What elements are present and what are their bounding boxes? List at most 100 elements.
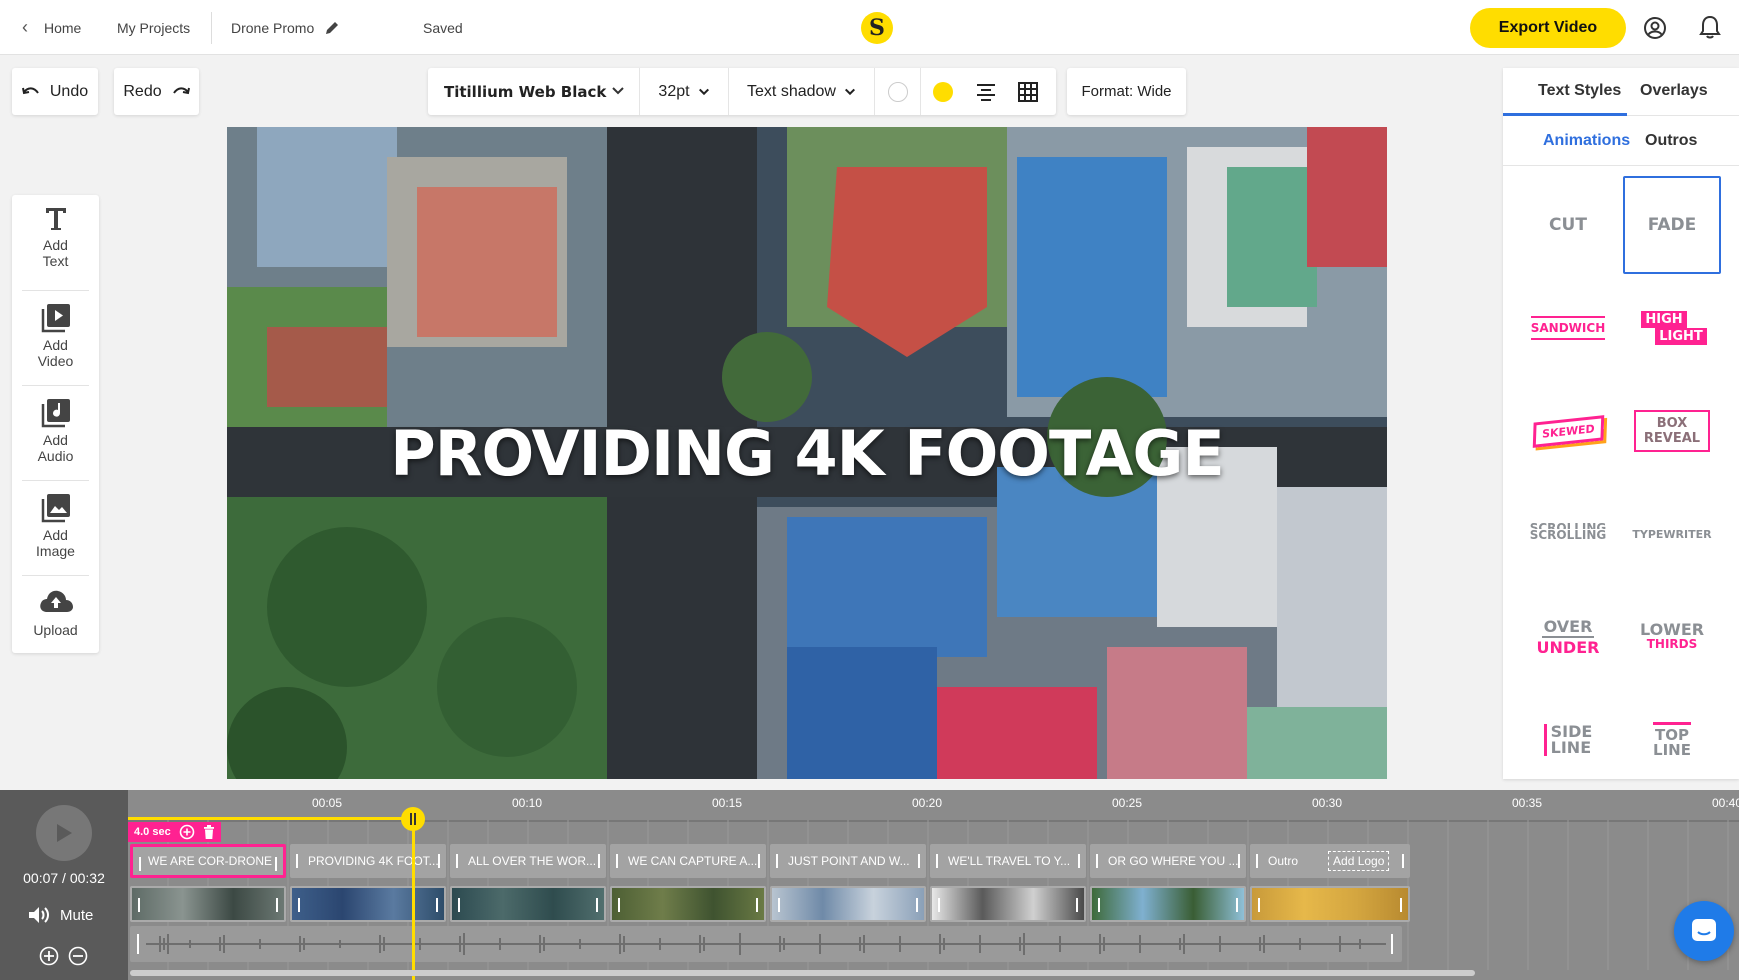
- add-image-button[interactable]: Add Image: [12, 493, 99, 559]
- animation-fade[interactable]: FADE: [1623, 176, 1721, 274]
- animation-side-line[interactable]: SIDE LINE: [1519, 691, 1617, 789]
- add-audio-button[interactable]: Add Audio: [12, 398, 99, 464]
- font-select-value: Titillium Web Black: [444, 82, 607, 101]
- text-clip[interactable]: WE CAN CAPTURE A...: [610, 844, 766, 878]
- add-audio-label-1: Add: [43, 432, 68, 448]
- add-text-label-2: Text: [42, 253, 69, 269]
- skewed-label: SKEWED: [1532, 414, 1604, 448]
- highlight-label-2: LIGHT: [1655, 328, 1707, 345]
- white-color-dot: [887, 81, 908, 102]
- add-video-button[interactable]: Add Video: [12, 303, 99, 369]
- animation-typewriter[interactable]: TYPEWRITER: [1623, 485, 1721, 583]
- pencil-icon[interactable]: [324, 20, 340, 36]
- video-clip[interactable]: [130, 886, 286, 922]
- trash-icon[interactable]: [203, 825, 215, 839]
- add-clip-icon[interactable]: [179, 824, 195, 840]
- subtab-outros[interactable]: Outros: [1645, 132, 1697, 150]
- video-clip[interactable]: [290, 886, 446, 922]
- video-clip[interactable]: [610, 886, 766, 922]
- lower-label: LOWER: [1639, 620, 1705, 639]
- playhead[interactable]: [412, 818, 415, 980]
- text-clip[interactable]: PROVIDING 4K FOOT...: [290, 844, 446, 878]
- video-clip[interactable]: [1250, 886, 1410, 922]
- app-logo[interactable]: S: [861, 12, 893, 44]
- add-image-label-1: Add: [43, 527, 68, 543]
- project-name[interactable]: Drone Promo: [231, 0, 340, 55]
- text-clip[interactable]: WE'LL TRAVEL TO Y...: [930, 844, 1086, 878]
- yellow-color-dot: [933, 81, 953, 102]
- add-video-label-1: Add: [43, 337, 68, 353]
- animation-box-reveal[interactable]: BOX REVEAL: [1623, 382, 1721, 480]
- text-clip[interactable]: JUST POINT AND W...: [770, 844, 926, 878]
- animation-cut[interactable]: CUT: [1519, 176, 1617, 274]
- divider: [22, 290, 89, 291]
- upload-button[interactable]: Upload: [12, 588, 99, 638]
- animation-skewed[interactable]: SKEWED: [1519, 382, 1617, 480]
- mute-label: Mute: [60, 906, 94, 924]
- box-reveal-label-1: BOX: [1656, 416, 1688, 431]
- add-logo-button[interactable]: Add Logo: [1328, 851, 1390, 871]
- mute-button[interactable]: Mute: [28, 906, 93, 924]
- audio-track[interactable]: [130, 926, 1402, 962]
- font-select[interactable]: Titillium Web Black: [428, 68, 640, 115]
- undo-button[interactable]: Undo: [12, 68, 98, 115]
- animation-lower-thirds[interactable]: LOWER THIRDS: [1623, 588, 1721, 686]
- subtab-animations[interactable]: Animations: [1543, 132, 1630, 150]
- text-toolbar: Titillium Web Black 32pt Text shadow: [428, 68, 1056, 115]
- support-chat-button[interactable]: [1674, 901, 1734, 961]
- playhead-handle[interactable]: [401, 807, 425, 831]
- overlay-text[interactable]: PROVIDING 4K FOOTAGE: [227, 417, 1387, 490]
- highlight-label-1: HIGH: [1641, 311, 1687, 328]
- font-size-select[interactable]: 32pt: [640, 68, 729, 115]
- zoom-out-icon[interactable]: [68, 946, 88, 966]
- text-effect-value: Text shadow: [747, 82, 836, 100]
- my-projects-link[interactable]: My Projects: [117, 0, 190, 55]
- ruler-tick: 00:40: [1712, 796, 1739, 810]
- undo-icon: [21, 86, 39, 94]
- animation-scrolling[interactable]: SCROLLING SCROLLING: [1519, 485, 1617, 583]
- redo-button[interactable]: Redo: [114, 68, 199, 115]
- upload-label: Upload: [33, 622, 78, 638]
- text-color-swatch[interactable]: [875, 68, 921, 115]
- text-clip[interactable]: ALL OVER THE WOR...: [450, 844, 606, 878]
- tab-text-styles[interactable]: Text Styles: [1538, 82, 1621, 100]
- format-button[interactable]: Format: Wide: [1067, 68, 1186, 115]
- top-bar: ‹ Home My Projects Drone Promo Saved S E…: [0, 0, 1739, 55]
- outro-clip[interactable]: Outro Add Logo: [1250, 844, 1410, 878]
- top-line-label: TOP LINE: [1653, 722, 1691, 758]
- align-center-button[interactable]: [965, 68, 1007, 115]
- box-reveal-label-2: REVEAL: [1643, 431, 1701, 446]
- divider: [22, 480, 89, 481]
- account-icon[interactable]: [1643, 16, 1667, 40]
- text-clip-selected[interactable]: WE ARE COR-DRONE: [130, 844, 286, 878]
- redo-label: Redo: [123, 82, 162, 100]
- home-link[interactable]: ‹ Home: [22, 0, 81, 55]
- zoom-in-icon[interactable]: [39, 946, 59, 966]
- ruler-tick: 00:30: [1312, 796, 1343, 810]
- selected-clip-toolbar: 4.0 sec: [128, 822, 221, 842]
- grid-button[interactable]: [1007, 68, 1049, 115]
- text-effect-select[interactable]: Text shadow: [729, 68, 875, 115]
- timeline-scrollbar[interactable]: [130, 970, 1475, 976]
- video-clip[interactable]: [930, 886, 1086, 922]
- redo-icon: [172, 86, 190, 94]
- add-text-button[interactable]: Add Text: [12, 207, 99, 269]
- video-clip[interactable]: [1090, 886, 1246, 922]
- video-clip[interactable]: [770, 886, 926, 922]
- animation-top-line[interactable]: TOP LINE: [1623, 691, 1721, 789]
- add-video-label-2: Video: [37, 353, 74, 369]
- animation-sandwich[interactable]: SANDWICH: [1519, 279, 1617, 377]
- highlight-color-swatch[interactable]: [921, 68, 965, 115]
- video-clip[interactable]: [450, 886, 606, 922]
- play-button[interactable]: [36, 805, 92, 861]
- bell-icon[interactable]: [1699, 15, 1721, 39]
- export-video-button[interactable]: Export Video: [1470, 8, 1626, 48]
- home-label: Home: [44, 19, 82, 36]
- add-image-label-2: Image: [36, 543, 75, 559]
- tab-overlays[interactable]: Overlays: [1640, 82, 1708, 100]
- video-preview-canvas[interactable]: PROVIDING 4K FOOTAGE: [227, 127, 1387, 779]
- text-clip[interactable]: OR GO WHERE YOU ...: [1090, 844, 1246, 878]
- animation-over-under[interactable]: OVER UNDER: [1519, 588, 1617, 686]
- time-readout: 00:07 / 00:32: [23, 870, 105, 886]
- animation-highlight[interactable]: HIGH LIGHT: [1623, 279, 1721, 377]
